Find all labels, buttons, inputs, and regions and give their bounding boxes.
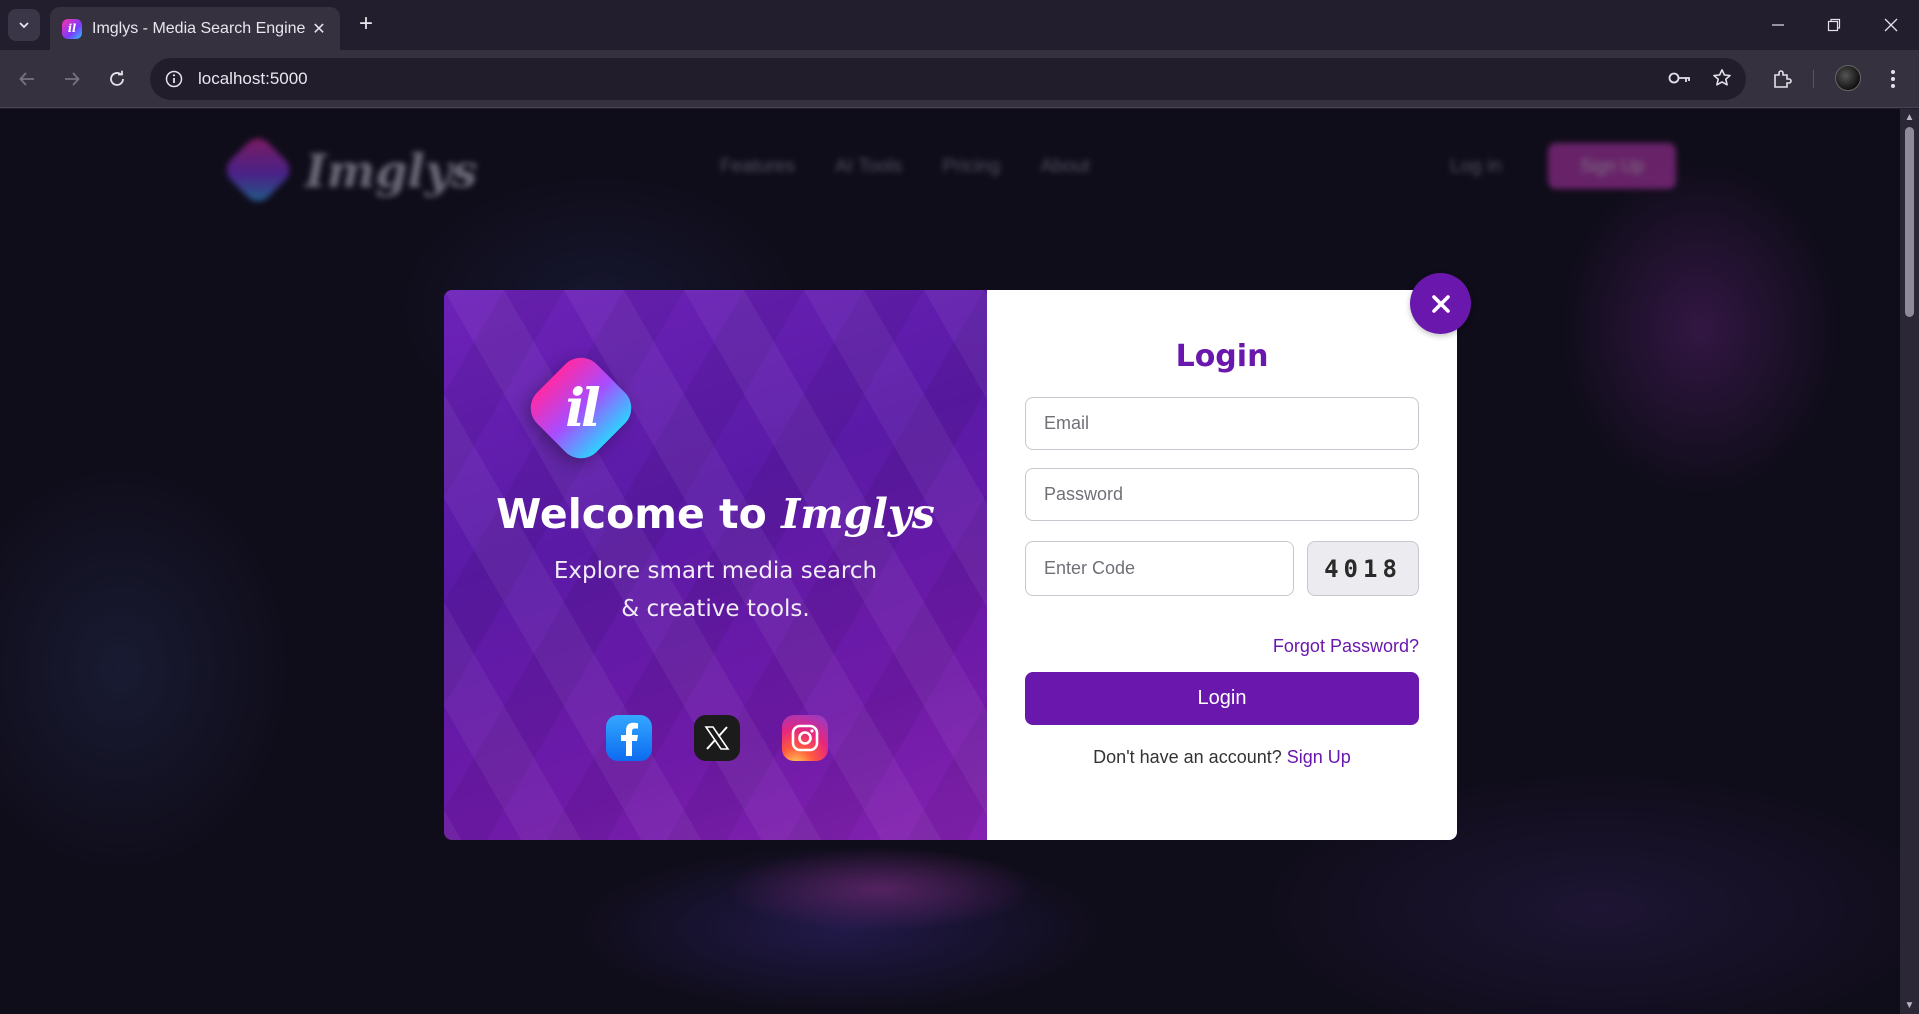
star-icon[interactable] [1712, 68, 1732, 88]
reload-button[interactable] [102, 64, 132, 94]
forward-button[interactable] [57, 64, 87, 94]
welcome-prefix: Welcome to [496, 490, 782, 538]
welcome-brand: Imglys [781, 490, 935, 538]
close-window-button[interactable] [1871, 10, 1911, 40]
toolbar-separator [1813, 70, 1814, 88]
close-icon [1884, 18, 1898, 32]
brand-logo-letters: il [565, 377, 600, 439]
x-icon [704, 726, 730, 750]
back-button[interactable] [12, 64, 42, 94]
social-links [606, 715, 828, 761]
key-icon[interactable] [1668, 70, 1692, 86]
page-viewport: Imglys Features AI Tools Pricing About L… [0, 109, 1900, 1014]
login-title: Login [1175, 339, 1269, 374]
minimize-window-button[interactable] [1758, 10, 1798, 40]
brand-logo-icon: il [521, 348, 641, 468]
scroll-thumb[interactable] [1905, 127, 1914, 317]
browser-tab-active[interactable]: il Imglys - Media Search Engine ✕ [50, 7, 340, 50]
chevron-down-icon [19, 22, 29, 29]
address-bar[interactable]: localhost:5000 [150, 58, 1746, 100]
browser-toolbar: localhost:5000 [0, 50, 1919, 108]
tab-search-button[interactable] [8, 9, 40, 41]
arrow-right-icon [65, 72, 80, 86]
tab-close-icon[interactable]: ✕ [308, 19, 330, 39]
login-submit-button[interactable]: Login [1025, 672, 1419, 725]
browser-tab-strip: il Imglys - Media Search Engine ✕ + [0, 0, 1919, 50]
instagram-icon [791, 724, 819, 752]
restore-window-button[interactable] [1814, 10, 1854, 40]
page-scrollbar[interactable]: ▲ ▼ [1900, 109, 1919, 1014]
restore-icon [1827, 18, 1841, 32]
welcome-heading: Welcome to Imglys [444, 490, 987, 538]
x-button[interactable] [694, 715, 740, 761]
reload-icon [110, 70, 124, 86]
welcome-tagline: Explore smart media search & creative to… [444, 552, 987, 628]
kebab-menu-icon [1891, 70, 1895, 88]
scroll-down-icon[interactable]: ▼ [1904, 1000, 1915, 1011]
signup-link[interactable]: Sign Up [1287, 747, 1351, 767]
puzzle-icon [1774, 70, 1792, 88]
signup-prompt: Don't have an account? Sign Up [987, 747, 1457, 768]
tagline-line-1: Explore smart media search [553, 558, 878, 584]
close-icon [1431, 294, 1450, 313]
new-tab-button[interactable]: + [352, 11, 380, 39]
extensions-button[interactable] [1767, 64, 1797, 94]
tab-favicon-icon: il [62, 18, 82, 39]
email-field[interactable] [1025, 397, 1419, 450]
url-text: localhost:5000 [198, 69, 308, 88]
no-account-text: Don't have an account? [1093, 747, 1282, 767]
welcome-panel: il Welcome to Imglys Explore smart media… [444, 290, 987, 840]
browser-menu-button[interactable] [1878, 64, 1908, 94]
profile-avatar[interactable] [1835, 65, 1861, 91]
captcha-code-field[interactable] [1025, 541, 1294, 596]
facebook-icon [621, 722, 638, 756]
tagline-line-2: & creative tools. [621, 596, 810, 622]
forgot-password-link[interactable]: Forgot Password? [1273, 636, 1419, 657]
site-info-icon[interactable] [164, 69, 184, 89]
captcha-display: 4018 [1307, 541, 1419, 596]
facebook-button[interactable] [606, 715, 652, 761]
minimize-icon [1772, 24, 1784, 26]
login-panel: Login 4018 Forgot Password? Login Don't … [987, 290, 1457, 840]
login-modal: il Welcome to Imglys Explore smart media… [444, 290, 1457, 840]
tab-title: Imglys - Media Search Engine [92, 19, 306, 37]
password-field[interactable] [1025, 468, 1419, 521]
scroll-up-icon[interactable]: ▲ [1904, 112, 1915, 123]
arrow-left-icon [19, 72, 34, 86]
modal-close-button[interactable] [1410, 273, 1471, 334]
instagram-button[interactable] [782, 715, 828, 761]
